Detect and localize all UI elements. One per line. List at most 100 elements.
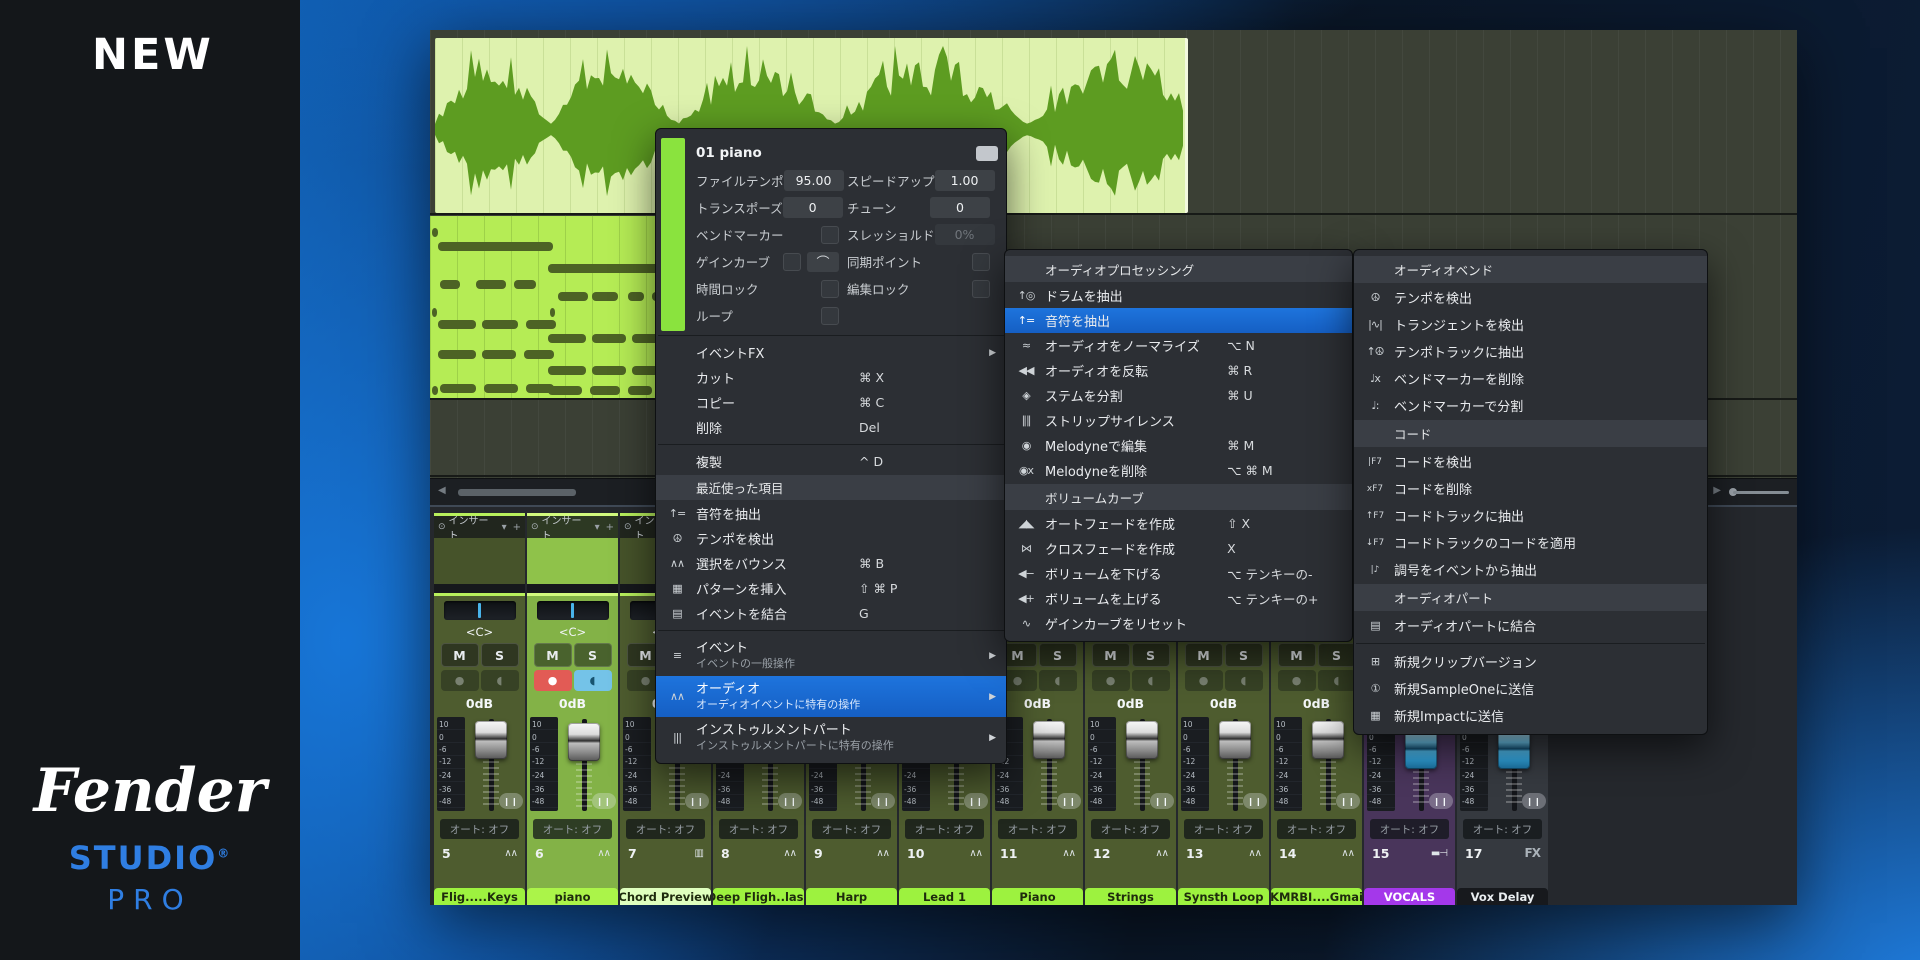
monitor-button[interactable]: ◖ <box>481 670 519 691</box>
channel-name-tab[interactable]: Harp <box>806 888 897 905</box>
power-icon[interactable]: ⊙ <box>624 522 632 532</box>
channel-mode-icon[interactable]: ❙❙ <box>1336 793 1360 809</box>
event-color-swatch[interactable] <box>976 146 998 161</box>
automation-mode-button[interactable]: オート: オフ <box>1370 819 1449 839</box>
menu-item[interactable]: ◉xMelodyneを削除⌥ ⌘ M <box>1005 458 1352 483</box>
channel-name-tab[interactable]: Deep Fligh..lass <box>713 888 804 905</box>
mute-button[interactable]: M <box>1278 643 1316 667</box>
channel-mode-icon[interactable]: ❙❙ <box>592 793 616 809</box>
menu-item[interactable]: ▦パターンを挿入⇧ ⌘ P <box>656 576 1006 601</box>
channel-name-tab[interactable]: Chord Preview <box>620 888 711 905</box>
insert-dropdown-icon[interactable]: ▾ <box>595 522 600 533</box>
solo-button[interactable]: S <box>574 643 612 667</box>
scroll-right-icon[interactable]: ▶ <box>1713 485 1721 496</box>
menu-item[interactable]: xF7コードを削除 <box>1354 475 1707 502</box>
monitor-button[interactable]: ◖ <box>1132 670 1170 691</box>
channel-mode-icon[interactable]: ❙❙ <box>964 793 988 809</box>
channel-mode-icon[interactable]: ❙❙ <box>1150 793 1174 809</box>
power-icon[interactable]: ⊙ <box>531 522 539 532</box>
monitor-button[interactable]: ◖ <box>574 670 612 691</box>
add-insert-button[interactable]: + <box>513 522 521 533</box>
channel-name-tab[interactable]: piano <box>527 888 618 905</box>
menu-item[interactable]: ↑=音符を抽出 <box>1005 308 1352 333</box>
menu-item[interactable]: ◈ステムを分割⌘ U <box>1005 383 1352 408</box>
automation-mode-button[interactable]: オート: オフ <box>719 819 798 839</box>
automation-mode-button[interactable]: オート: オフ <box>626 819 705 839</box>
menu-item[interactable]: ◀+ボリュームを上げる⌥ テンキーの+ <box>1005 586 1352 611</box>
gain-curve-icon[interactable]: ⌒ <box>807 252 839 272</box>
fader-handle[interactable] <box>1498 731 1530 769</box>
property-value-field[interactable]: 0% <box>935 224 995 245</box>
menu-item[interactable]: ≡イベントイベントの一般操作▶ <box>656 635 1006 676</box>
menu-item[interactable]: ◉Melodyneで編集⌘ M <box>1005 433 1352 458</box>
fader-handle[interactable] <box>568 723 600 761</box>
channel-mode-icon[interactable]: ❙❙ <box>1057 793 1081 809</box>
fader-handle[interactable] <box>1312 721 1344 759</box>
menu-item[interactable]: ◀◀オーディオを反転⌘ R <box>1005 358 1352 383</box>
menu-item[interactable]: ≈オーディオをノーマライズ⌥ N <box>1005 333 1352 358</box>
property-value-field[interactable]: 0 <box>930 197 990 218</box>
mute-button[interactable]: M <box>534 643 572 667</box>
menu-item[interactable]: イベントFX▶ <box>656 340 1006 365</box>
zoom-slider-track[interactable] <box>1733 491 1789 494</box>
menu-item[interactable]: ↑◎ドラムを抽出 <box>1005 283 1352 308</box>
menu-item[interactable]: ∿ゲインカーブをリセット <box>1005 611 1352 636</box>
property-checkbox[interactable] <box>821 226 839 244</box>
monitor-button[interactable]: ◖ <box>1318 670 1356 691</box>
fader-handle[interactable] <box>475 721 507 759</box>
power-icon[interactable]: ⊙ <box>438 522 446 532</box>
automation-mode-button[interactable]: オート: オフ <box>905 819 984 839</box>
automation-mode-button[interactable]: オート: オフ <box>1277 819 1356 839</box>
property-checkbox[interactable] <box>821 307 839 325</box>
automation-mode-button[interactable]: オート: オフ <box>1463 819 1542 839</box>
channel-name-tab[interactable]: VOCALS <box>1364 888 1455 905</box>
menu-item[interactable]: ♩:ベンドマーカーで分割 <box>1354 392 1707 419</box>
menu-item[interactable]: |♪調号をイベントから抽出 <box>1354 556 1707 583</box>
mute-button[interactable]: M <box>441 643 479 667</box>
menu-item[interactable]: ↑F7コードトラックに抽出 <box>1354 502 1707 529</box>
solo-button[interactable]: S <box>481 643 519 667</box>
property-checkbox[interactable] <box>821 280 839 298</box>
property-value-field[interactable]: 95.00 <box>784 170 844 191</box>
record-arm-button[interactable]: ● <box>1092 670 1130 691</box>
record-arm-button[interactable]: ● <box>1185 670 1223 691</box>
monitor-button[interactable]: ◖ <box>1039 670 1077 691</box>
mute-button[interactable]: M <box>1092 643 1130 667</box>
menu-item[interactable]: ①新規SampleOneに送信 <box>1354 675 1707 702</box>
solo-button[interactable]: S <box>1132 643 1170 667</box>
pan-control[interactable] <box>444 601 516 620</box>
channel-name-tab[interactable]: KMRBI....Gmai <box>1271 888 1362 905</box>
solo-button[interactable]: S <box>1318 643 1356 667</box>
scrollbar-thumb[interactable] <box>458 489 576 496</box>
menu-item[interactable]: ↑☮テンポトラックに抽出 <box>1354 338 1707 365</box>
scroll-left-icon[interactable]: ◀ <box>438 485 446 496</box>
solo-button[interactable]: S <box>1225 643 1263 667</box>
channel-mode-icon[interactable]: ❙❙ <box>499 793 523 809</box>
channel-name-tab[interactable]: Lead 1 <box>899 888 990 905</box>
menu-item[interactable]: ↑=音符を抽出 <box>656 501 1006 526</box>
menu-item[interactable]: ↓F7コードトラックのコードを適用 <box>1354 529 1707 556</box>
menu-item[interactable]: ∧∧オーディオオーディオイベントに特有の操作▶ <box>656 676 1006 717</box>
menu-item[interactable]: ∥∥ストリップサイレンス <box>1005 408 1352 433</box>
channel-mode-icon[interactable]: ❙❙ <box>871 793 895 809</box>
menu-item[interactable]: |||インストゥルメントパートインストゥルメントパートに特有の操作▶ <box>656 717 1006 758</box>
automation-mode-button[interactable]: オート: オフ <box>1091 819 1170 839</box>
channel-name-tab[interactable]: Piano <box>992 888 1083 905</box>
channel-name-tab[interactable]: Flig.....Keys <box>434 888 525 905</box>
record-arm-button[interactable]: ● <box>534 670 572 691</box>
property-value-field[interactable]: 0 <box>783 197 843 218</box>
insert-dropdown-icon[interactable]: ▾ <box>502 522 507 533</box>
automation-mode-button[interactable]: オート: オフ <box>812 819 891 839</box>
menu-item[interactable]: ∧∧選択をバウンス⌘ B <box>656 551 1006 576</box>
menu-item[interactable]: ♩xベンドマーカーを削除 <box>1354 365 1707 392</box>
channel-mode-icon[interactable]: ❙❙ <box>1522 793 1546 809</box>
property-value-field[interactable]: 1.00 <box>935 170 995 191</box>
menu-item[interactable]: |F7コードを検出 <box>1354 448 1707 475</box>
menu-item[interactable]: ⊞新規クリップバージョン <box>1354 648 1707 675</box>
automation-mode-button[interactable]: オート: オフ <box>1184 819 1263 839</box>
property-checkbox[interactable] <box>783 253 801 271</box>
menu-item[interactable]: ☮テンポを検出 <box>1354 284 1707 311</box>
add-insert-button[interactable]: + <box>606 522 614 533</box>
menu-item[interactable]: 複製^ D <box>656 449 1006 474</box>
monitor-button[interactable]: ◖ <box>1225 670 1263 691</box>
